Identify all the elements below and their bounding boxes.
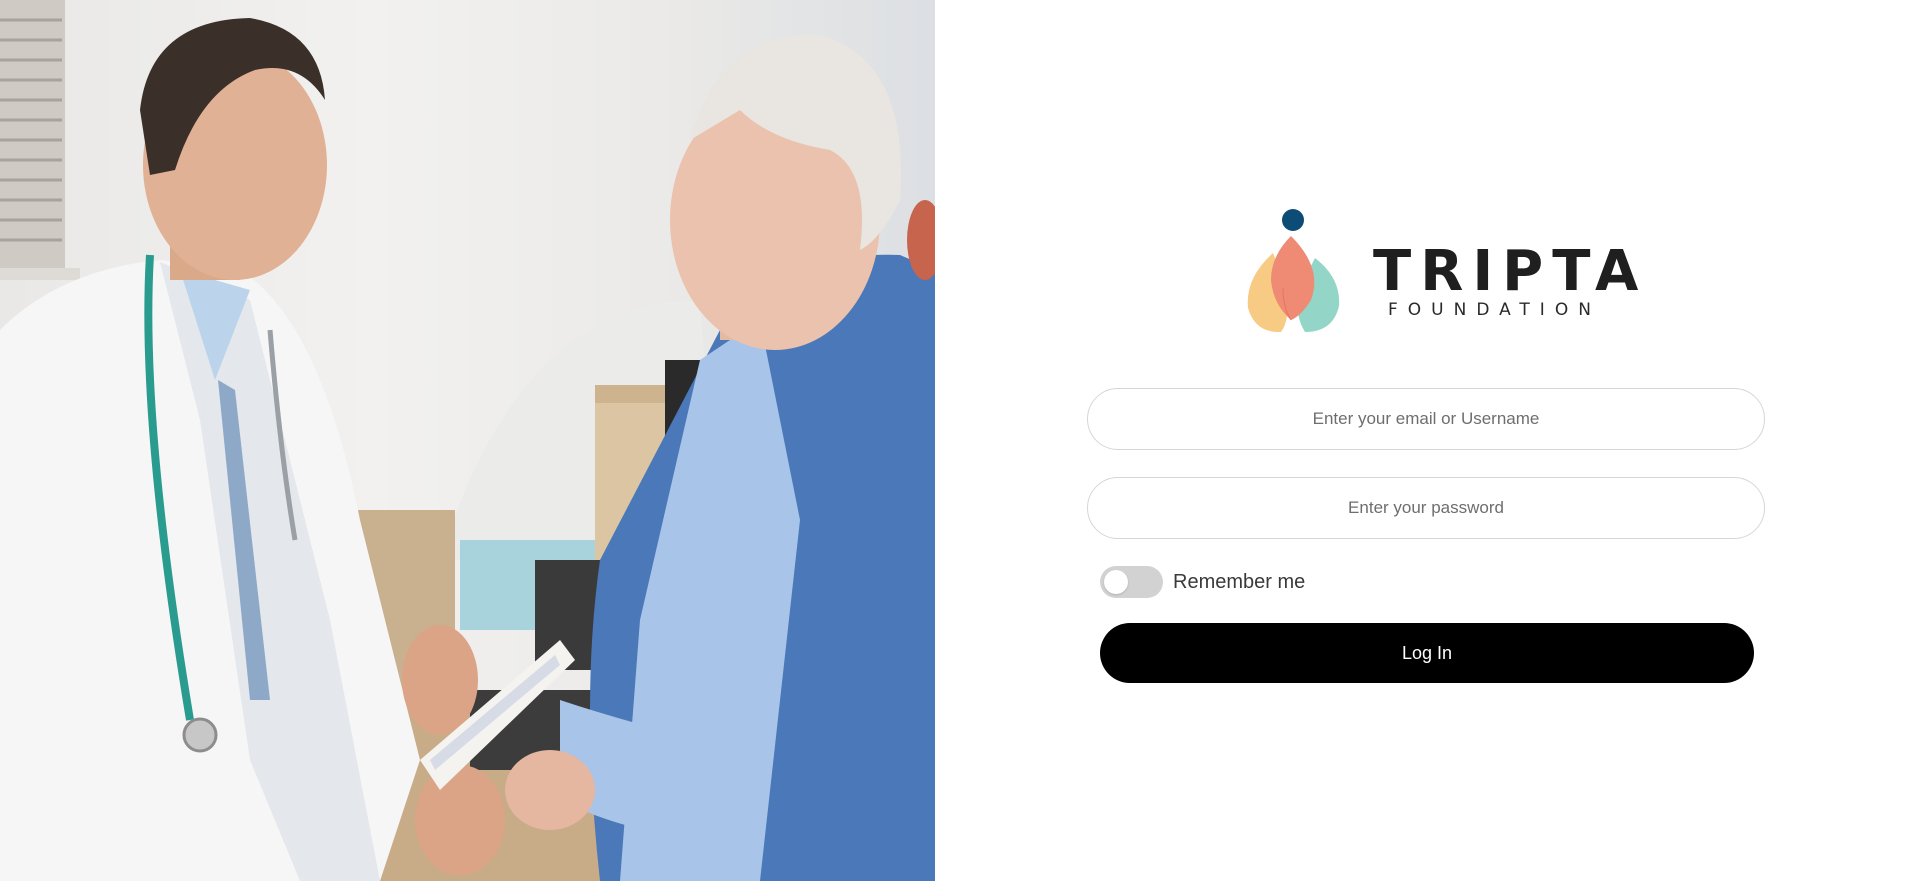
login-panel: TRIPTA FOUNDATION Remember me Log In (935, 0, 1920, 881)
login-page: TRIPTA FOUNDATION Remember me Log In (0, 0, 1920, 881)
toggle-knob (1104, 570, 1128, 594)
hero-photo (0, 0, 935, 881)
brand-logo: TRIPTA FOUNDATION (1243, 208, 1638, 334)
remember-me-toggle[interactable] (1100, 566, 1163, 598)
login-button[interactable]: Log In (1100, 623, 1754, 683)
logo-subtitle: FOUNDATION (1388, 300, 1601, 320)
remember-me-row: Remember me (1100, 566, 1305, 598)
password-input[interactable] (1087, 477, 1765, 539)
remember-me-label: Remember me (1173, 570, 1306, 593)
doctor-patient-illustration (0, 0, 935, 881)
logo-name: TRIPTA (1373, 239, 1648, 304)
email-username-input[interactable] (1087, 388, 1765, 450)
tripta-logo-icon (1247, 209, 1340, 333)
